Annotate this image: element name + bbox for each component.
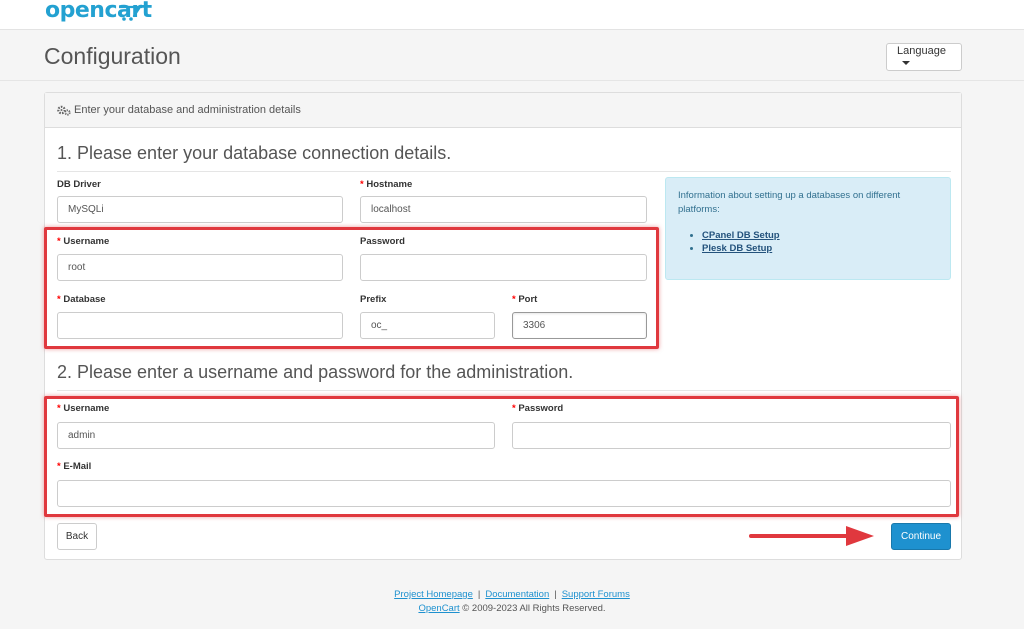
admin-section-legend: 2. Please enter a username and password … — [57, 361, 951, 391]
panel-heading-text: Enter your database and administration d… — [74, 104, 301, 116]
page-header: Configuration Language — [0, 30, 1024, 81]
project-homepage-link[interactable]: Project Homepage — [394, 589, 473, 600]
footer: Project Homepage | Documentation | Support F… — [0, 588, 1024, 616]
continue-button[interactable]: Continue — [891, 523, 951, 550]
footer-links: Project Homepage | Documentation | Support F… — [394, 589, 630, 600]
info-links-list: CPanel DB Setup Plesk DB Setup — [678, 229, 938, 255]
cpanel-db-setup-link[interactable]: CPanel DB Setup — [702, 230, 780, 241]
plesk-db-setup-link[interactable]: Plesk DB Setup — [702, 243, 772, 254]
hostname-label: * Hostname — [360, 179, 413, 190]
db-section-legend: 1. Please enter your database connection… — [57, 142, 951, 172]
support-forums-link[interactable]: Support Forums — [562, 589, 630, 600]
db-setup-info-box: Information about setting up a databases… — [665, 177, 951, 280]
info-text: Information about setting up a databases… — [678, 190, 901, 215]
arrow-right-icon — [749, 526, 874, 546]
language-dropdown-button[interactable]: Language — [886, 43, 962, 71]
cogs-icon — [57, 105, 71, 116]
language-label: Language — [897, 45, 946, 57]
opencart-link[interactable]: OpenCart — [418, 603, 459, 614]
db-driver-label: DB Driver — [57, 179, 101, 190]
caret-down-icon — [902, 61, 910, 66]
list-item: CPanel DB Setup — [702, 229, 938, 242]
db-credentials-highlight — [44, 227, 659, 349]
db-driver-select[interactable]: MySQLi — [57, 196, 343, 223]
admin-credentials-highlight — [44, 396, 959, 517]
panel-heading: Enter your database and administration d… — [45, 93, 961, 128]
back-button[interactable]: Back — [57, 523, 97, 550]
copyright-text: © 2009-2023 All Rights Reserved. — [462, 603, 606, 614]
page-title: Configuration — [44, 43, 181, 69]
documentation-link[interactable]: Documentation — [485, 589, 549, 600]
copyright: OpenCart © 2009-2023 All Rights Reserved… — [0, 602, 1024, 616]
list-item: Plesk DB Setup — [702, 242, 938, 255]
hostname-input[interactable]: localhost — [360, 196, 647, 223]
cart-icon — [118, 5, 142, 21]
top-bar: opencart — [0, 0, 1024, 30]
